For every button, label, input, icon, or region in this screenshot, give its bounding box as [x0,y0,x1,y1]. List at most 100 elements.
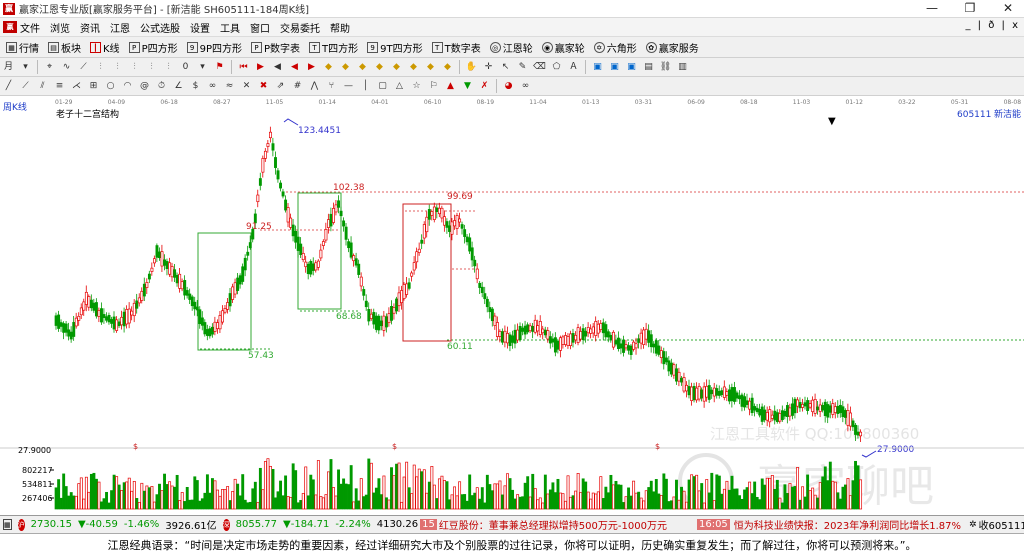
news-ticker-2[interactable]: 恒为科技业绩快报：2023年净利润同比增长1.87% [734,517,961,532]
time-tool-icon[interactable]: ⏱ [155,80,168,93]
ray-tool-icon[interactable]: ⟋ [19,80,32,93]
layout4-icon[interactable]: ▤ [642,61,655,74]
bar-tool-icon[interactable]: ⫶ [94,61,107,74]
wave-tool-icon[interactable]: ∿ [60,61,73,74]
line-tool-icon[interactable]: ╱ [2,80,15,93]
arc-tool-icon[interactable]: ◠ [121,80,134,93]
grid-tool-icon[interactable]: # [291,80,304,93]
layout1-icon[interactable]: ▣ [591,61,604,74]
cursor-icon[interactable]: ↖ [499,61,512,74]
circle-tool-icon[interactable]: ○ [104,80,117,93]
right-icon[interactable]: ▶ [305,61,318,74]
vline-tool-icon[interactable]: │ [359,80,372,93]
menu-trade[interactable]: 交易委托 [280,20,320,35]
gann-fan-icon[interactable]: ⋌ [70,80,83,93]
gann-box-icon[interactable]: ⊞ [87,80,100,93]
indicator-dropdown-icon[interactable]: ▼ [828,116,836,127]
maximize-button[interactable]: ❐ [956,0,984,17]
bar5-tool-icon[interactable]: ⫶ [162,61,175,74]
zig-tool-icon[interactable]: ⋀ [308,80,321,93]
toolbar-winner-wheel-button[interactable]: ◉ 赢家轮 [540,40,585,55]
minimize-button[interactable]: — [918,0,946,17]
toolbar-9t-square-button[interactable]: 9 9T四方形 [365,40,423,55]
hand-tool-icon[interactable]: ✋ [465,61,478,74]
menu-icon[interactable]: ✲ [969,520,977,530]
toolbar-gann-wheel-button[interactable]: ◎ 江恩轮 [488,40,533,55]
toolbar-t-square-button[interactable]: T T四方形 [307,40,358,55]
kline-chart-svg[interactable]: 01-29 04-09 06-18 08-27 11-05 01-14 04-01 06-10… [0,96,1024,514]
flag-tool-icon[interactable]: ⚑ [213,61,226,74]
menu-formula-select[interactable]: 公式选股 [140,20,180,35]
wave2-tool-icon[interactable]: ≈ [223,80,236,93]
diamond2-icon[interactable]: ◆ [339,61,352,74]
diamond6-icon[interactable]: ◆ [407,61,420,74]
hline-tool-icon[interactable]: — [342,80,355,93]
left-icon[interactable]: ◀ [288,61,301,74]
toolbar-t-table-button[interactable]: T T数字表 [430,40,481,55]
arrow-tool-icon[interactable]: ⇗ [274,80,287,93]
menu-tools[interactable]: 工具 [220,20,240,35]
diamond8-icon[interactable]: ◆ [441,61,454,74]
mdi-controls[interactable]: _ | ð | x [966,20,1021,31]
delete-tool-icon[interactable]: ✗ [478,80,491,93]
mark-tool-icon[interactable]: ✖ [257,80,270,93]
pen-icon[interactable]: ✎ [516,61,529,74]
bar2-tool-icon[interactable]: ⫶ [111,61,124,74]
flag2-tool-icon[interactable]: ⚐ [427,80,440,93]
diamond5-icon[interactable]: ◆ [390,61,403,74]
chart-icon[interactable]: ▥ [676,61,689,74]
sh-index-value[interactable]: 2730.15 [31,519,72,530]
toolbar-sector-button[interactable]: ▤ 板块 [46,40,81,55]
bar3-tool-icon[interactable]: ⫶ [128,61,141,74]
link-icon[interactable]: ⛓ [659,61,672,74]
menu-gann[interactable]: 江恩 [110,20,130,35]
status-grid-icon[interactable]: ▦ [3,519,12,530]
diamond3-icon[interactable]: ◆ [356,61,369,74]
kline-chart[interactable]: 01-29 04-09 06-18 08-27 11-05 01-14 04-01 06-10… [0,96,1024,514]
box-tool-icon[interactable]: ▢ [376,80,389,93]
period-dropdown[interactable]: 月 [2,61,15,74]
news-ticker-1[interactable]: 红豆股份：董事兼总经理拟增持500万元-1000万元 [439,517,667,532]
first-icon[interactable]: ⏮ [237,61,250,74]
layout2-icon[interactable]: ▣ [608,61,621,74]
angle-tool-icon[interactable]: ∠ [172,80,185,93]
toolbar-hexagon-button[interactable]: ✡ 六角形 [592,40,637,55]
fib-tool-icon[interactable]: ≡ [53,80,66,93]
layout3-icon[interactable]: ▣ [625,61,638,74]
toolbar-quote-button[interactable]: ▦ 行情 [4,40,39,55]
infinity-icon[interactable]: ∞ [519,80,532,93]
prev-icon[interactable]: ◀ [271,61,284,74]
crosshair-icon[interactable]: ✛ [482,61,495,74]
menu-file[interactable]: 文件 [20,20,40,35]
menu-settings[interactable]: 设置 [190,20,210,35]
menu-browse[interactable]: 浏览 [50,20,70,35]
menu-help[interactable]: 帮助 [330,20,350,35]
toolbar-kline-button[interactable]: ┃ K线 [88,40,120,55]
zero-tool-icon[interactable]: 0 [179,61,192,74]
toolbar-p-table-button[interactable]: P P数字表 [249,40,300,55]
menu-news[interactable]: 资讯 [80,20,100,35]
eraser-icon[interactable]: ⌫ [533,61,546,74]
toolbar-p-square-button[interactable]: P P四方形 [127,40,178,55]
fork-tool-icon[interactable]: ⑂ [325,80,338,93]
up-tool-icon[interactable]: ▲ [444,80,457,93]
fan-tool-icon[interactable]: ⟋ [77,61,90,74]
next-icon[interactable]: ▶ [254,61,267,74]
diamond1-icon[interactable]: ◆ [322,61,335,74]
toolbar-9p-square-button[interactable]: 9 9P四方形 [185,40,242,55]
cycle2-tool-icon[interactable]: ∞ [206,80,219,93]
down-tool-icon[interactable]: ▼ [461,80,474,93]
cycle-tool-icon[interactable]: ⌖ [43,61,56,74]
price-tool-icon[interactable]: $ [189,80,202,93]
channel-tool-icon[interactable]: ⫽ [36,80,49,93]
toolbar-service-button[interactable]: ✿ 赢家服务 [644,40,699,55]
menu-window[interactable]: 窗口 [250,20,270,35]
cross-tool-icon[interactable]: ✕ [240,80,253,93]
star-tool-icon[interactable]: ☆ [410,80,423,93]
color-wheel-icon[interactable]: ◕ [502,80,515,93]
close-button[interactable]: ✕ [994,0,1022,17]
text-icon[interactable]: Ａ [567,61,580,74]
shape-icon[interactable]: ⬠ [550,61,563,74]
diamond4-icon[interactable]: ◆ [373,61,386,74]
sz-index-value[interactable]: 8055.77 [236,519,277,530]
